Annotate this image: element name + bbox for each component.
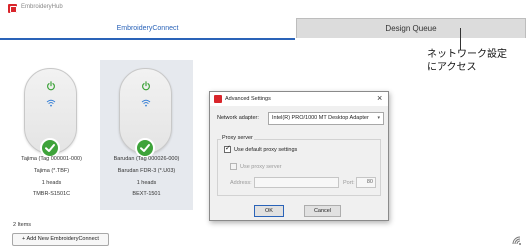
proxy-group-label: Proxy server bbox=[221, 135, 254, 141]
power-icon bbox=[47, 81, 55, 91]
callout-leader-line bbox=[460, 28, 461, 50]
tab-design-queue[interactable]: Design Queue bbox=[296, 18, 526, 38]
dialog-title-bar: Advanced Settings × bbox=[210, 92, 388, 106]
use-default-proxy-label: Use default proxy settings bbox=[234, 147, 298, 153]
device-name: Tajima (Tag 000001-000) bbox=[21, 156, 82, 162]
power-icon bbox=[142, 81, 150, 91]
address-label: Address: bbox=[230, 180, 252, 186]
callout-annotation: ネットワーク設定 にアクセス bbox=[427, 49, 507, 73]
device-name: Barudan (Tag 000026-000) bbox=[113, 156, 180, 162]
use-default-proxy-checkbox[interactable]: ✓ bbox=[224, 145, 231, 153]
device-card-barudan[interactable]: Barudan (Tag 000026-000) Barudan FDR-3 (… bbox=[100, 60, 193, 210]
app-logo-icon bbox=[214, 95, 222, 103]
title-bar: EmbroideryHub bbox=[0, 0, 526, 17]
network-status-icon[interactable] bbox=[512, 234, 524, 246]
device-model: Barudan FDR-3 (*.U03) bbox=[117, 168, 176, 174]
port-label: Port: bbox=[343, 180, 355, 186]
items-count: 2 Items bbox=[13, 222, 32, 228]
connected-check-icon bbox=[135, 138, 155, 158]
device-card-tajima[interactable]: Tajima (Tag 000001-000) Tajima (*.TBF) 1… bbox=[5, 60, 98, 210]
checkmark-icon: ✓ bbox=[225, 145, 231, 152]
tab-bar: EmbroideryConnect Design Queue bbox=[0, 18, 526, 40]
close-icon[interactable]: × bbox=[377, 93, 382, 104]
app-logo-icon bbox=[8, 4, 17, 13]
device-serial: BEXT-1501 bbox=[132, 191, 161, 197]
dialog-title: Advanced Settings bbox=[225, 96, 271, 102]
chevron-down-icon: ▾ bbox=[377, 115, 380, 121]
port-input[interactable]: 80 bbox=[356, 177, 376, 188]
app-title: EmbroideryHub bbox=[21, 4, 63, 10]
add-embroideryconnect-button[interactable]: + Add New EmbroideryConnect bbox=[12, 233, 109, 246]
tab-embroideryconnect[interactable]: EmbroideryConnect bbox=[0, 18, 295, 40]
network-adapter-select[interactable]: Intel(R) PRO/1000 MT Desktop Adapter ▾ bbox=[268, 112, 384, 125]
device-serial: TMBR-S1501C bbox=[32, 191, 71, 197]
address-input[interactable] bbox=[254, 177, 339, 188]
wifi-icon bbox=[46, 99, 56, 107]
network-adapter-value: Intel(R) PRO/1000 MT Desktop Adapter bbox=[272, 115, 369, 121]
ok-button[interactable]: OK bbox=[254, 205, 284, 217]
device-heads: 1 heads bbox=[41, 180, 62, 186]
wifi-icon bbox=[141, 99, 151, 107]
device-model: Tajima (*.TBF) bbox=[33, 168, 70, 174]
use-proxy-server-label: Use proxy server bbox=[240, 164, 282, 170]
cancel-button[interactable]: Cancel bbox=[304, 205, 341, 217]
advanced-settings-dialog: Advanced Settings × Network adapter: Int… bbox=[209, 91, 389, 221]
device-heads: 1 heads bbox=[136, 180, 157, 186]
use-proxy-server-checkbox[interactable] bbox=[230, 163, 237, 170]
connected-check-icon bbox=[40, 138, 60, 158]
network-adapter-label: Network adapter: bbox=[217, 115, 259, 121]
